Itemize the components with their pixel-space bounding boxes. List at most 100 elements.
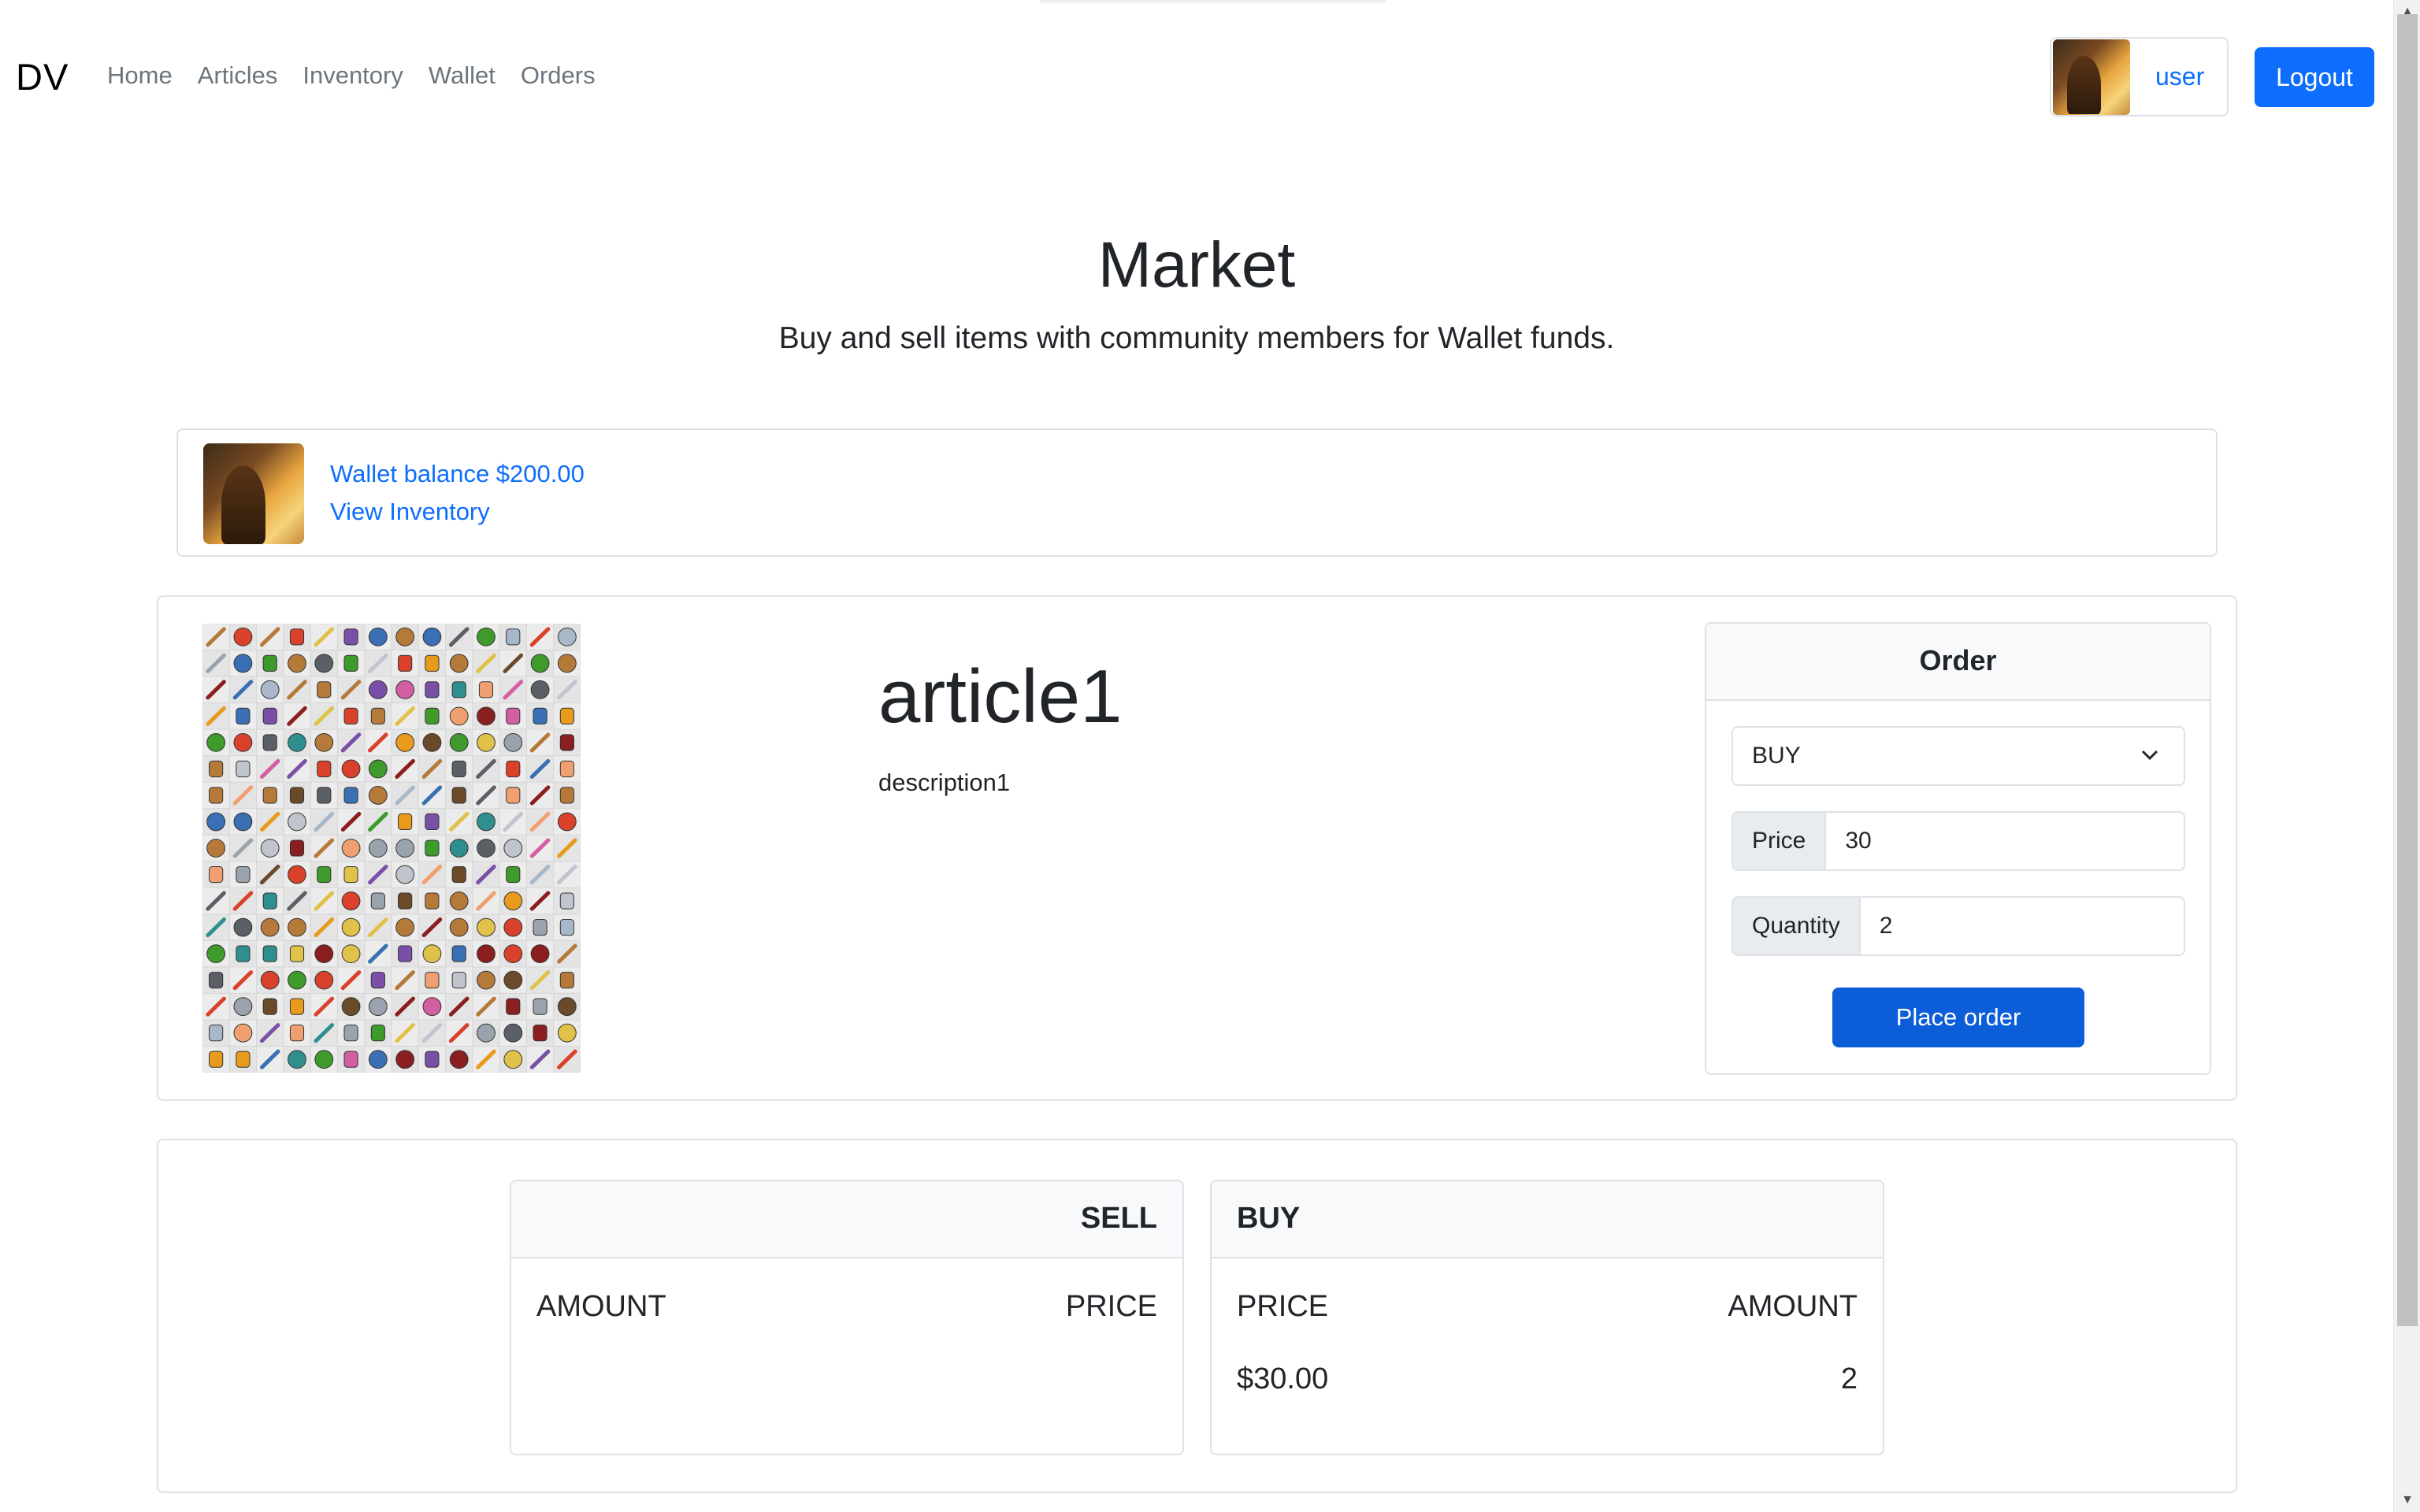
item-sprite <box>260 970 280 990</box>
item-sprite <box>422 997 442 1017</box>
user-name: user <box>2155 62 2205 91</box>
item-sprite <box>395 627 415 647</box>
item-sprite <box>398 892 413 910</box>
item-sprite <box>477 839 496 858</box>
item-sprite <box>288 812 306 832</box>
item-sprite <box>370 892 385 910</box>
item-sprite <box>422 627 442 647</box>
nav-link-articles[interactable]: Articles <box>198 61 278 90</box>
item-sprite <box>503 1050 523 1069</box>
item-sprite <box>506 865 521 884</box>
place-order-button[interactable]: Place order <box>1832 988 2084 1047</box>
item-sprite <box>425 681 440 699</box>
buy-orders-panel: BUY PRICE AMOUNT $30.00 2 <box>1210 1180 1884 1455</box>
item-sprite <box>260 917 280 937</box>
buy-order-price: $30.00 <box>1237 1362 1329 1395</box>
page-scrollbar[interactable]: ▲ ▼ <box>2393 0 2420 1512</box>
item-sprite <box>260 839 280 858</box>
scroll-down-icon[interactable]: ▼ <box>2394 1488 2420 1512</box>
wallet-balance-link[interactable]: Wallet balance $200.00 <box>330 460 585 488</box>
item-sprite <box>425 892 440 910</box>
order-side-select[interactable]: BUY <box>1731 726 2185 786</box>
item-sprite <box>530 944 550 964</box>
item-sprite <box>503 944 523 964</box>
price-input[interactable]: 30 <box>1826 813 2184 869</box>
item-sprite <box>422 944 442 964</box>
item-sprite <box>557 627 577 647</box>
item-sprite <box>477 627 496 647</box>
item-sprite <box>260 680 280 699</box>
sell-orders-panel: SELL AMOUNT PRICE <box>510 1180 1184 1455</box>
item-sprite <box>449 1050 469 1069</box>
item-sprite <box>288 917 306 937</box>
nav-link-orders[interactable]: Orders <box>521 61 596 90</box>
item-sprite <box>233 654 253 673</box>
item-sprite <box>503 891 523 910</box>
item-sprite <box>425 1051 440 1068</box>
nav-link-wallet[interactable]: Wallet <box>429 61 496 90</box>
view-inventory-link[interactable]: View Inventory <box>330 498 490 526</box>
price-input-group: Price 30 <box>1731 811 2185 871</box>
item-sprite <box>449 654 469 673</box>
item-sprite <box>317 681 332 699</box>
item-sprite <box>233 627 253 647</box>
item-sprite <box>289 787 305 804</box>
item-sprite <box>289 998 305 1015</box>
item-sprite <box>533 919 547 936</box>
item-sprite <box>236 707 251 724</box>
item-sprite <box>289 1025 305 1042</box>
item-sprite <box>398 654 413 672</box>
item-sprite <box>289 839 305 857</box>
item-sprite <box>233 997 253 1017</box>
item-sprite <box>503 839 523 858</box>
item-sprite <box>209 865 224 884</box>
item-sprite <box>422 732 442 752</box>
sell-col-amount: AMOUNT <box>536 1290 666 1323</box>
item-sprite <box>262 654 277 672</box>
item-sprite <box>209 1025 224 1042</box>
nav-link-inventory[interactable]: Inventory <box>302 61 403 90</box>
navbar: DV Home Articles Inventory Wallet Orders… <box>0 0 2393 154</box>
item-sprite <box>425 839 440 857</box>
buy-col-amount: AMOUNT <box>1728 1290 1858 1323</box>
item-sprite <box>343 865 358 884</box>
item-sprite <box>343 707 358 724</box>
buy-columns: PRICE AMOUNT <box>1237 1290 1858 1324</box>
item-sprite <box>206 812 226 832</box>
item-sprite <box>533 1025 547 1042</box>
article-card: article1 description1 Order BUY Price 30… <box>157 595 2237 1101</box>
item-sprite <box>533 998 547 1015</box>
item-sprite <box>449 917 469 937</box>
item-sprite <box>236 760 251 777</box>
avatar <box>2053 39 2130 115</box>
item-sprite <box>209 1051 224 1068</box>
user-menu[interactable]: user <box>2050 37 2229 117</box>
quantity-input[interactable]: 2 <box>1861 898 2184 954</box>
item-sprite <box>288 732 306 752</box>
item-sprite <box>262 892 277 910</box>
item-sprite <box>314 1050 334 1069</box>
item-sprite <box>289 628 305 646</box>
item-sprite <box>449 891 469 910</box>
item-sprite <box>317 787 332 804</box>
item-sprite <box>477 970 496 990</box>
order-book-card: SELL AMOUNT PRICE BUY PRICE AMOUNT $30.0… <box>157 1139 2237 1493</box>
wallet-card: Wallet balance $200.00 View Inventory <box>176 428 2218 557</box>
item-sprite <box>209 787 224 804</box>
article-title: article1 <box>878 654 1123 739</box>
nav-links: Home Articles Inventory Wallet Orders <box>107 61 596 90</box>
nav-link-home[interactable]: Home <box>107 61 173 90</box>
item-sprite <box>506 707 521 724</box>
logout-button[interactable]: Logout <box>2255 47 2374 107</box>
brand-logo[interactable]: DV <box>16 55 69 98</box>
item-sprite <box>451 972 466 989</box>
item-sprite <box>530 654 550 673</box>
item-sprite-sheet <box>202 624 581 1073</box>
item-sprite <box>506 628 521 646</box>
scrollbar-thumb[interactable] <box>2397 14 2418 1326</box>
sell-columns: AMOUNT PRICE <box>536 1290 1157 1324</box>
item-sprite <box>262 787 277 804</box>
item-sprite <box>317 865 332 884</box>
item-sprite <box>233 812 253 832</box>
item-sprite <box>233 917 253 937</box>
